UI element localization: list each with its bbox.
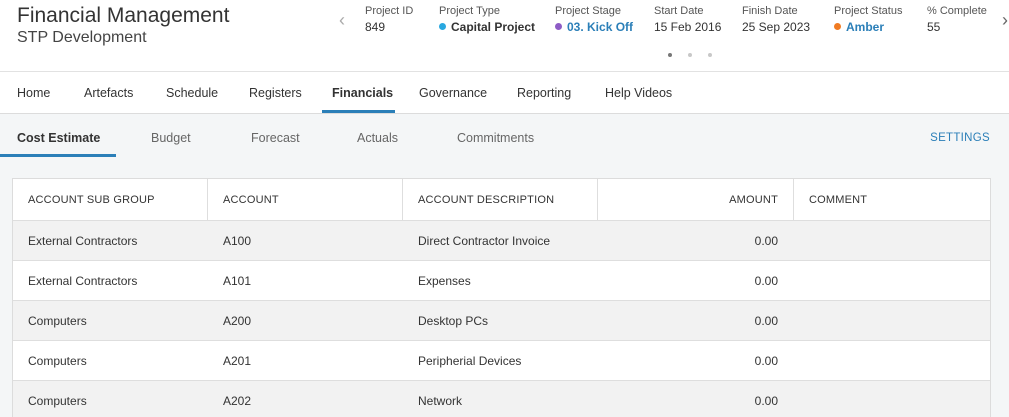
cell-sub-group: Computers [28,394,87,408]
cell-description: Desktop PCs [418,314,489,328]
cell-account: A200 [223,314,252,328]
meta-value: 15 Feb 2016 [654,20,722,34]
cell-description: Direct Contractor Invoice [418,234,551,248]
meta-start-date: Start Date 15 Feb 2016 [654,5,721,34]
meta-value: Capital Project [451,20,536,34]
tab-budget[interactable]: Budget [151,131,191,145]
cell-amount[interactable]: 0.00 [598,381,778,417]
meta-finish-date: Finish Date 25 Sep 2023 [742,5,810,34]
table-row[interactable]: External Contractors A101 Expenses 0.00 [13,261,990,301]
main-nav: Home Artefacts Schedule Registers Financ… [0,72,1009,114]
project-header: Financial Management STP Development ‹ P… [0,0,1009,72]
cell-account: A202 [223,394,252,408]
meta-value: 55 [927,20,941,34]
meta-percent-complete: % Complete 55 [927,5,987,34]
cost-estimate-table: ACCOUNT SUB GROUP ACCOUNT ACCOUNT DESCRI… [12,178,991,417]
cell-account: A201 [223,354,252,368]
cell-description: Network [418,394,463,408]
meta-project-status: Project Status Amber [834,5,902,34]
nav-governance[interactable]: Governance [419,86,487,100]
tab-forecast[interactable]: Forecast [251,131,300,145]
column-header-comment[interactable]: COMMENT [809,179,867,220]
chevron-left-icon[interactable]: ‹ [339,10,345,31]
stage-dot-icon [555,23,562,30]
pager-dot[interactable] [688,53,692,57]
tab-commitments[interactable]: Commitments [457,131,534,145]
header-pager [668,44,728,62]
cell-amount[interactable]: 0.00 [598,341,778,380]
column-header-amount[interactable]: AMOUNT [598,179,778,220]
table-row[interactable]: External Contractors A100 Direct Contrac… [13,221,990,261]
cell-description: Peripherial Devices [418,354,522,368]
project-stage-link[interactable]: 03. Kick Off [567,20,633,34]
table-row[interactable]: Computers A202 Network 0.00 [13,381,990,417]
meta-label: Project Stage [555,5,622,17]
nav-registers[interactable]: Registers [249,86,302,100]
cell-amount[interactable]: 0.00 [598,221,778,260]
type-dot-icon [439,23,446,30]
table-header-row: ACCOUNT SUB GROUP ACCOUNT ACCOUNT DESCRI… [13,179,990,221]
nav-home[interactable]: Home [17,86,50,100]
cell-sub-group: External Contractors [28,234,138,248]
column-header-description[interactable]: ACCOUNT DESCRIPTION [418,179,554,220]
financials-subnav: Cost Estimate Budget Forecast Actuals Co… [0,114,1009,158]
cell-sub-group: Computers [28,314,87,328]
cell-sub-group: Computers [28,354,87,368]
project-status-link[interactable]: Amber [846,20,884,34]
pager-dot[interactable] [708,53,712,57]
project-name: STP Development [17,29,147,46]
meta-value: 849 [365,20,386,34]
chevron-right-icon[interactable]: › [1002,10,1008,31]
meta-project-type: Project Type Capital Project [439,5,535,34]
meta-label: % Complete [927,5,987,17]
table-row[interactable]: Computers A201 Peripherial Devices 0.00 [13,341,990,381]
meta-label: Project Type [439,5,500,17]
status-dot-icon [834,23,841,30]
tab-actuals[interactable]: Actuals [357,131,398,145]
nav-artefacts[interactable]: Artefacts [84,86,133,100]
table-row[interactable]: Computers A200 Desktop PCs 0.00 [13,301,990,341]
meta-project-stage: Project Stage 03. Kick Off [555,5,633,34]
cell-amount[interactable]: 0.00 [598,301,778,340]
nav-help-videos[interactable]: Help Videos [605,86,672,100]
meta-label: Start Date [654,5,704,17]
cell-account: A100 [223,234,252,248]
nav-schedule[interactable]: Schedule [166,86,218,100]
nav-reporting[interactable]: Reporting [517,86,571,100]
meta-value: 25 Sep 2023 [742,20,811,34]
cell-sub-group: External Contractors [28,274,138,288]
column-header-sub-group[interactable]: ACCOUNT SUB GROUP [28,179,155,220]
app-title: Financial Management [17,4,230,27]
settings-link[interactable]: SETTINGS [930,132,990,144]
meta-label: Project ID [365,5,414,17]
tab-cost-estimate[interactable]: Cost Estimate [17,131,100,145]
active-nav-indicator [322,110,395,113]
cell-account: A101 [223,274,252,288]
nav-financials[interactable]: Financials [332,86,393,100]
meta-label: Finish Date [742,5,798,17]
cell-amount[interactable]: 0.00 [598,261,778,300]
meta-project-id: Project ID 849 [365,5,413,34]
pager-dot[interactable] [668,53,672,57]
active-tab-indicator [0,154,116,157]
cell-description: Expenses [418,274,471,288]
column-header-account[interactable]: ACCOUNT [223,179,279,220]
meta-label: Project Status [834,5,903,17]
